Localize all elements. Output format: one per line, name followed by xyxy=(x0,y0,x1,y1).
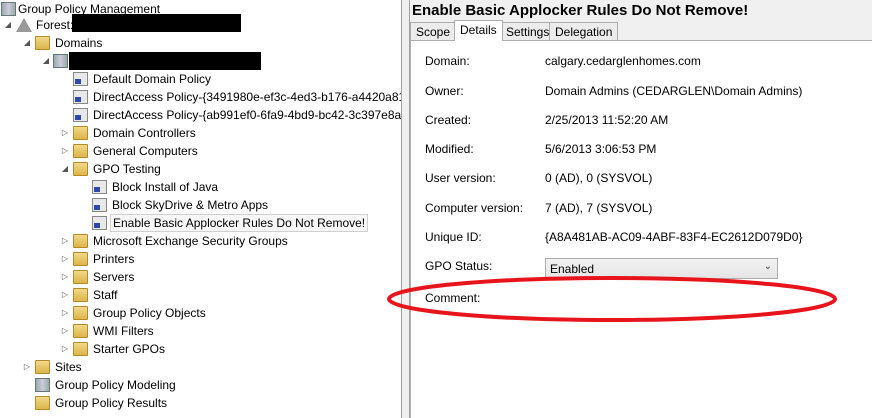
gpo-title: Enable Basic Applocker Rules Do Not Remo… xyxy=(412,2,749,19)
ou-folder-icon xyxy=(73,270,88,284)
collapsed-arrow-icon[interactable]: ▷ xyxy=(60,304,70,322)
ou-folder-icon xyxy=(73,162,88,176)
field-value: 0 (AD), 0 (SYSVOL) xyxy=(545,171,653,185)
gpo-link-icon xyxy=(73,108,88,122)
tree-item-label: Block SkyDrive & Metro Apps xyxy=(112,198,269,212)
tree-item-label: Printers xyxy=(93,252,135,266)
redacted-forest-name xyxy=(72,14,241,32)
tree-item-label: Enable Basic Applocker Rules Do Not Remo… xyxy=(110,214,369,232)
tab-delegation[interactable]: Delegation xyxy=(549,22,619,41)
expanded-arrow-icon[interactable]: ◢ xyxy=(60,160,70,178)
tree-item-label: Group Policy Objects xyxy=(93,306,206,320)
field-value: 7 (AD), 7 (SYSVOL) xyxy=(545,201,653,215)
field-label: Domain: xyxy=(425,54,470,68)
domain-icon xyxy=(53,54,68,68)
gpo-container-icon xyxy=(73,306,88,320)
ou-folder-icon xyxy=(73,144,88,158)
ou-folder-icon xyxy=(73,234,88,248)
redacted-domain-name xyxy=(69,52,261,70)
gpo-link-icon xyxy=(92,198,107,212)
gpmc-icon xyxy=(1,2,16,16)
sites-icon xyxy=(35,360,50,374)
gpo-link-icon xyxy=(73,72,88,86)
gpo-status-label: GPO Status: xyxy=(425,259,493,273)
collapsed-arrow-icon[interactable]: ▷ xyxy=(60,250,70,268)
tree-item-label: Microsoft Exchange Security Groups xyxy=(93,234,288,248)
field-label: Computer version: xyxy=(425,201,524,215)
ou-folder-icon xyxy=(73,126,88,140)
tree-item-label: Group Policy Results xyxy=(55,396,168,410)
domains-label: Domains xyxy=(55,36,103,50)
tree-item-label: General Computers xyxy=(93,144,198,158)
details-pane: Enable Basic Applocker Rules Do Not Remo… xyxy=(410,0,872,418)
tree-item-label: Sites xyxy=(55,360,82,374)
results-icon xyxy=(35,396,50,410)
domains-folder-icon xyxy=(35,36,50,50)
field-value: 2/25/2013 11:52:20 AM xyxy=(545,113,669,127)
tree-item-label: GPO Testing xyxy=(93,162,161,176)
chevron-down-icon: ⌄ xyxy=(763,261,772,272)
field-value: 5/6/2013 3:06:53 PM xyxy=(545,142,657,156)
tree-item-label: Group Policy Modeling xyxy=(55,378,176,392)
gpo-status-value: Enabled xyxy=(550,262,595,276)
field-label: User version: xyxy=(425,171,496,185)
field-value: calgary.cedarglenhomes.com xyxy=(545,54,701,68)
tree-item-label: Starter GPOs xyxy=(93,342,166,356)
field-value: {A8A481AB-AC09-4ABF-83F4-EC2612D079D0} xyxy=(545,230,803,244)
modeling-icon xyxy=(35,378,50,392)
wmi-filter-icon xyxy=(73,324,88,338)
console-tree: Group Policy Management ◢ Forest: ◢ Doma… xyxy=(0,0,401,418)
tree-item-label: DirectAccess Policy-{3491980e-ef3c-4ed3-… xyxy=(93,90,401,104)
tree-item-label: Block Install of Java xyxy=(112,180,219,194)
ou-folder-icon xyxy=(73,288,88,302)
tree-item-label: Servers xyxy=(93,270,135,284)
comment-label: Comment: xyxy=(425,291,481,305)
forest-label: Forest: xyxy=(36,18,74,32)
field-label: Modified: xyxy=(425,142,474,156)
gpo-link-icon xyxy=(92,216,107,230)
field-label: Unique ID: xyxy=(425,230,482,244)
tree-item-label: DirectAccess Policy-{ab991ef0-6fa9-4bd9-… xyxy=(93,108,401,122)
collapsed-arrow-icon[interactable]: ▷ xyxy=(60,232,70,250)
forest-icon xyxy=(16,18,32,32)
collapsed-arrow-icon[interactable]: ▷ xyxy=(60,142,70,160)
tab-details[interactable]: Details xyxy=(454,20,503,41)
details-content: Domain: calgary.cedarglenhomes.com Owner: D… xyxy=(410,40,872,418)
tree-item-label: Domain Controllers xyxy=(93,126,196,140)
collapsed-arrow-icon[interactable]: ▷ xyxy=(60,124,70,142)
field-value: Domain Admins (CEDARGLEN\Domain Admins) xyxy=(545,84,803,98)
tab-scope[interactable]: Scope xyxy=(410,22,457,41)
starter-gpo-icon xyxy=(73,342,88,356)
field-label: Owner: xyxy=(425,84,464,98)
collapsed-arrow-icon[interactable]: ▷ xyxy=(60,268,70,286)
ou-folder-icon xyxy=(73,252,88,266)
collapsed-arrow-icon[interactable]: ▷ xyxy=(60,322,70,340)
expanded-arrow-icon[interactable]: ◢ xyxy=(41,52,51,70)
tree-item-label: Default Domain Policy xyxy=(93,72,212,86)
gpo-link-icon xyxy=(92,180,107,194)
expanded-arrow-icon[interactable]: ◢ xyxy=(3,16,13,34)
tab-settings[interactable]: Settings xyxy=(500,22,556,41)
gpo-link-icon xyxy=(73,90,88,104)
gpo-status-dropdown[interactable]: Enabled ⌄ xyxy=(545,258,778,279)
collapsed-arrow-icon[interactable]: ▷ xyxy=(22,358,32,376)
expanded-arrow-icon[interactable]: ◢ xyxy=(22,34,32,52)
tree-item-label: WMI Filters xyxy=(93,324,154,338)
collapsed-arrow-icon[interactable]: ▷ xyxy=(60,340,70,358)
collapsed-arrow-icon[interactable]: ▷ xyxy=(60,286,70,304)
tree-item-label: Staff xyxy=(93,288,118,302)
pane-splitter[interactable] xyxy=(401,0,410,418)
field-label: Created: xyxy=(425,113,472,127)
